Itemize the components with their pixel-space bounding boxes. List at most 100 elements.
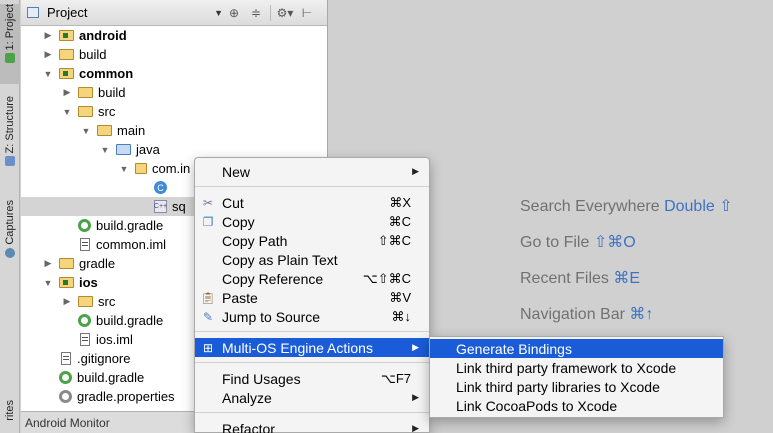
clipboard-icon: 📋︎ <box>200 290 216 305</box>
collapse-all-icon[interactable]: ≑ <box>245 3 267 23</box>
jump-to-source-icon: ✎ <box>202 309 214 324</box>
tab-favorites[interactable]: rites <box>0 400 20 433</box>
copy-icon: ❐ <box>202 214 214 229</box>
folder-icon <box>59 49 74 60</box>
gear-icon[interactable]: ⚙▾ <box>274 3 296 23</box>
submenu-arrow-icon: ▶ <box>412 342 419 352</box>
collapse-arrow-icon[interactable]: ▼ <box>119 164 129 174</box>
expand-arrow-icon[interactable]: ▶ <box>43 30 53 41</box>
folder-icon <box>78 87 93 98</box>
expand-arrow-icon[interactable]: ▶ <box>62 296 72 307</box>
tree-node-label: src <box>98 104 116 119</box>
menu-item-shortcut: ⌥⇧⌘C <box>362 270 411 286</box>
project-toolbar: Project ▼ ⊕ ≑ ⚙▾ ⊢ <box>21 0 327 26</box>
menu-item-shortcut: ⌘C <box>388 213 411 229</box>
menu-item-label: Copy Reference <box>222 270 324 287</box>
scroll-from-source-icon[interactable]: ⊕ <box>223 3 245 23</box>
tree-node-label: build <box>98 85 126 100</box>
collapse-arrow-icon[interactable]: ▼ <box>62 107 72 117</box>
tree-node-label: ios <box>79 275 98 290</box>
collapse-arrow-icon[interactable]: ▼ <box>43 69 53 79</box>
menu-divider <box>195 331 429 332</box>
tree-node-label: build.gradle <box>96 313 164 328</box>
menu-item-copy-reference[interactable]: Copy Reference ⌥⇧⌘C <box>195 269 429 288</box>
chevron-down-icon: ▼ <box>214 7 223 18</box>
menu-item-refactor[interactable]: Refactor ▶ <box>195 419 429 433</box>
submenu-item-link-framework[interactable]: Link third party framework to Xcode <box>430 358 723 377</box>
hint-shortcut: ⌘E <box>613 270 641 287</box>
package-icon <box>135 163 147 174</box>
tree-node-main[interactable]: ▼ main <box>21 121 327 140</box>
tree-node-common-build[interactable]: ▶ build <box>21 83 327 102</box>
submenu-item-link-cocoapods[interactable]: Link CocoaPods to Xcode <box>430 396 723 415</box>
module-folder-icon <box>59 277 74 288</box>
submenu-item-label: Link third party libraries to Xcode <box>456 378 660 395</box>
folder-icon <box>78 106 93 117</box>
menu-item-label: Analyze <box>222 389 272 406</box>
tree-node-common[interactable]: ▼ common <box>21 64 327 83</box>
expand-arrow-icon[interactable]: ▶ <box>62 87 72 98</box>
structure-icon <box>5 156 15 167</box>
scissors-icon: ✂ <box>202 195 214 210</box>
tab-structure-label: Z: Structure <box>4 96 16 154</box>
tab-project[interactable]: 1: Project <box>0 4 20 84</box>
menu-item-new[interactable]: New ▶ <box>195 162 429 181</box>
menu-item-find-usages[interactable]: Find Usages ⌥F7 <box>195 369 429 388</box>
captures-icon <box>5 247 15 258</box>
file-icon <box>80 238 90 251</box>
file-icon <box>80 333 90 346</box>
hint-go-to-file: Go to File ⇧⌘O <box>520 230 733 266</box>
collapse-arrow-icon[interactable]: ▼ <box>100 145 110 155</box>
submenu-item-link-libraries[interactable]: Link third party libraries to Xcode <box>430 377 723 396</box>
project-view-selector[interactable]: Project ▼ <box>27 3 223 23</box>
menu-item-copy-plain-text[interactable]: Copy as Plain Text <box>195 250 429 269</box>
menu-item-cut[interactable]: ✂ Cut ⌘X <box>195 193 429 212</box>
cpp-file-icon: C++ <box>154 200 167 213</box>
project-icon <box>27 7 39 18</box>
source-folder-icon <box>116 144 131 155</box>
submenu-item-label: Generate Bindings <box>456 340 572 357</box>
folder-icon <box>97 125 112 136</box>
tab-project-label: 1: Project <box>4 4 16 51</box>
menu-item-jump-to-source[interactable]: ✎ Jump to Source ⌘↓ <box>195 307 429 326</box>
menu-item-label: New <box>222 163 251 180</box>
tree-node-android[interactable]: ▶ android <box>21 26 327 45</box>
android-icon <box>5 53 15 64</box>
context-menu: New ▶ ✂ Cut ⌘X ❐ Copy ⌘C Copy Path ⇧⌘C C… <box>194 157 430 433</box>
multi-os-engine-submenu: Generate Bindings Link third party frame… <box>429 336 724 418</box>
menu-item-paste[interactable]: 📋︎ Paste ⌘V <box>195 288 429 307</box>
hint-recent-files: Recent Files ⌘E <box>520 266 733 302</box>
gradle-icon <box>78 314 91 327</box>
tool-window-strip: 1: Project Z: Structure Captures rites <box>0 0 20 433</box>
menu-divider <box>195 362 429 363</box>
menu-item-label: Copy as Plain Text <box>222 251 338 268</box>
menu-item-analyze[interactable]: Analyze ▶ <box>195 388 429 407</box>
hint-text: Navigation Bar <box>520 306 625 323</box>
menu-item-label: Copy Path <box>222 232 288 249</box>
hint-search-everywhere: Search Everywhere Double ⇧ <box>520 194 733 230</box>
gradle-icon <box>78 219 91 232</box>
collapse-arrow-icon[interactable]: ▼ <box>43 278 53 288</box>
tree-node-label: build <box>79 47 107 62</box>
menu-item-copy-path[interactable]: Copy Path ⇧⌘C <box>195 231 429 250</box>
tree-node-label: android <box>79 28 127 43</box>
submenu-item-generate-bindings[interactable]: Generate Bindings <box>430 339 723 358</box>
toolbar-divider <box>270 4 271 21</box>
tree-node-build[interactable]: ▶ build <box>21 45 327 64</box>
tree-node-label: com.in <box>152 161 191 176</box>
menu-item-multi-os-engine-actions[interactable]: ⊞ Multi-OS Engine Actions ▶ <box>195 338 429 357</box>
hint-navigation-bar: Navigation Bar ⌘↑ <box>520 302 733 338</box>
tab-structure[interactable]: Z: Structure <box>0 96 20 182</box>
expand-arrow-icon[interactable]: ▶ <box>43 258 53 269</box>
collapse-arrow-icon[interactable]: ▼ <box>81 126 91 136</box>
menu-item-copy[interactable]: ❐ Copy ⌘C <box>195 212 429 231</box>
expand-arrow-icon[interactable]: ▶ <box>43 49 53 60</box>
menu-item-label: Jump to Source <box>222 308 321 325</box>
folder-icon <box>59 258 74 269</box>
hide-panel-icon[interactable]: ⊢ <box>296 3 318 23</box>
tree-node-src[interactable]: ▼ src <box>21 102 327 121</box>
menu-item-shortcut: ⇧⌘C <box>377 232 411 248</box>
tree-node-label: gradle.properties <box>77 389 175 404</box>
project-view-label: Project <box>47 5 88 20</box>
tab-captures[interactable]: Captures <box>0 200 20 270</box>
